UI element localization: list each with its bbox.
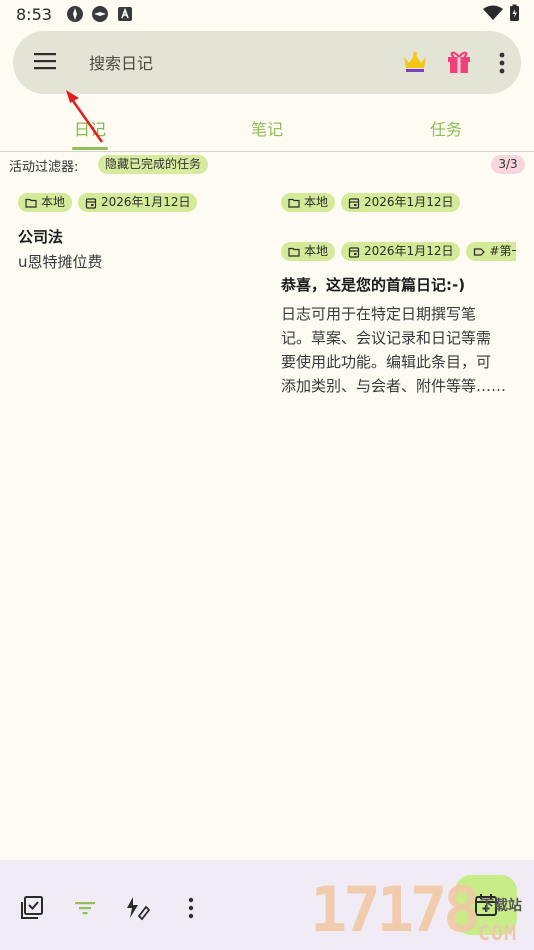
date-chip: 2026年1月12日 [341,242,461,261]
task-checklist-icon[interactable] [19,895,45,921]
card-title: 恭喜，这是您的首篇日记:-) [281,276,466,294]
card-body-line: 添加类别、与会者、附件等等…… [281,377,507,395]
card-body: 日志可用于在特定日期撰写笔 记。草案、会议记录和日记等需 要使用此功能。编辑此条… [281,302,516,398]
search-input[interactable]: 搜索日记 [89,50,153,74]
tab-indicator [72,147,108,150]
journal-card[interactable]: 本地 2026年1月12日 公司法 u恩特摊位费 [18,193,258,274]
filter-row: 活动过滤器: 隐藏已完成的任务 3/3 [0,154,534,176]
date-chip: 2026年1月12日 [78,193,198,212]
watermark-domain: COM [478,921,518,945]
status-bar: 8:53 [0,0,534,28]
quick-edit-icon[interactable] [124,895,150,921]
status-time: 8:53 [16,4,52,24]
chip-label: 2026年1月12日 [364,195,454,209]
chip-label: 本地 [41,195,66,209]
watermark-site: 下载站 [480,898,522,914]
gift-icon[interactable] [445,47,473,75]
search-bar[interactable]: 搜索日记 [13,31,521,94]
chip-label: 2026年1月12日 [364,244,454,258]
card-body-line: 要使用此功能。编辑此条目，可 [281,353,492,371]
chip-label: #第一 [489,244,516,258]
chip-label: 本地 [304,195,329,209]
tab-notes[interactable]: 笔记 [251,116,283,140]
category-chip: #第一 [466,242,516,261]
font-notification-icon [117,7,132,21]
status-right [483,4,520,22]
card-chips: 本地 2026年1月12日 [18,193,258,212]
card-body: u恩特摊位费 [18,253,103,271]
more-options-icon[interactable] [493,50,511,76]
date-chip: 2026年1月12日 [341,193,461,212]
app-notification-icon [91,6,108,22]
crown-icon[interactable] [401,49,429,75]
annotation-arrow [66,90,104,143]
folder-icon [25,198,37,208]
calendar-icon [348,197,360,209]
chip-label: 本地 [304,244,329,258]
filter-chip[interactable]: 隐藏已完成的任务 [98,155,209,174]
tag-icon [474,247,486,256]
entry-count-badge: 3/3 [491,155,525,174]
card-chips: 本地 2026年1月12日 #第一 [281,242,516,261]
calendar-icon [348,246,360,258]
collection-chip: 本地 [281,242,336,261]
watermark: 17178 下载站 COM [310,873,532,950]
battery-icon [510,4,519,21]
tab-tasks[interactable]: 任务 [430,116,462,140]
menu-icon[interactable] [34,52,56,70]
more-options-icon[interactable] [178,895,204,921]
chip-label: 2026年1月12日 [101,195,191,209]
journal-card[interactable]: 本地 2026年1月12日 [281,193,521,212]
card-body-line: 日志可用于在特定日期撰写笔 [281,305,477,323]
filter-label: 活动过滤器: [9,160,79,175]
app-notification-icon [66,6,83,22]
folder-icon [288,198,300,208]
folder-icon [288,247,300,257]
card-body-line: 记。草案、会议记录和日记等需 [281,329,492,347]
filter-icon[interactable] [72,895,98,921]
collection-chip: 本地 [281,193,336,212]
card-chips: 本地 2026年1月12日 [281,193,521,212]
wifi-icon [483,5,503,20]
collection-chip: 本地 [18,193,73,212]
card-title: 公司法 [18,228,64,246]
watermark-digits: 17178 [310,873,481,946]
journal-card[interactable]: 本地 2026年1月12日 #第一 恭喜，这是您的首篇日记:-) 日志可用于在特… [281,242,516,398]
calendar-icon [85,197,97,209]
